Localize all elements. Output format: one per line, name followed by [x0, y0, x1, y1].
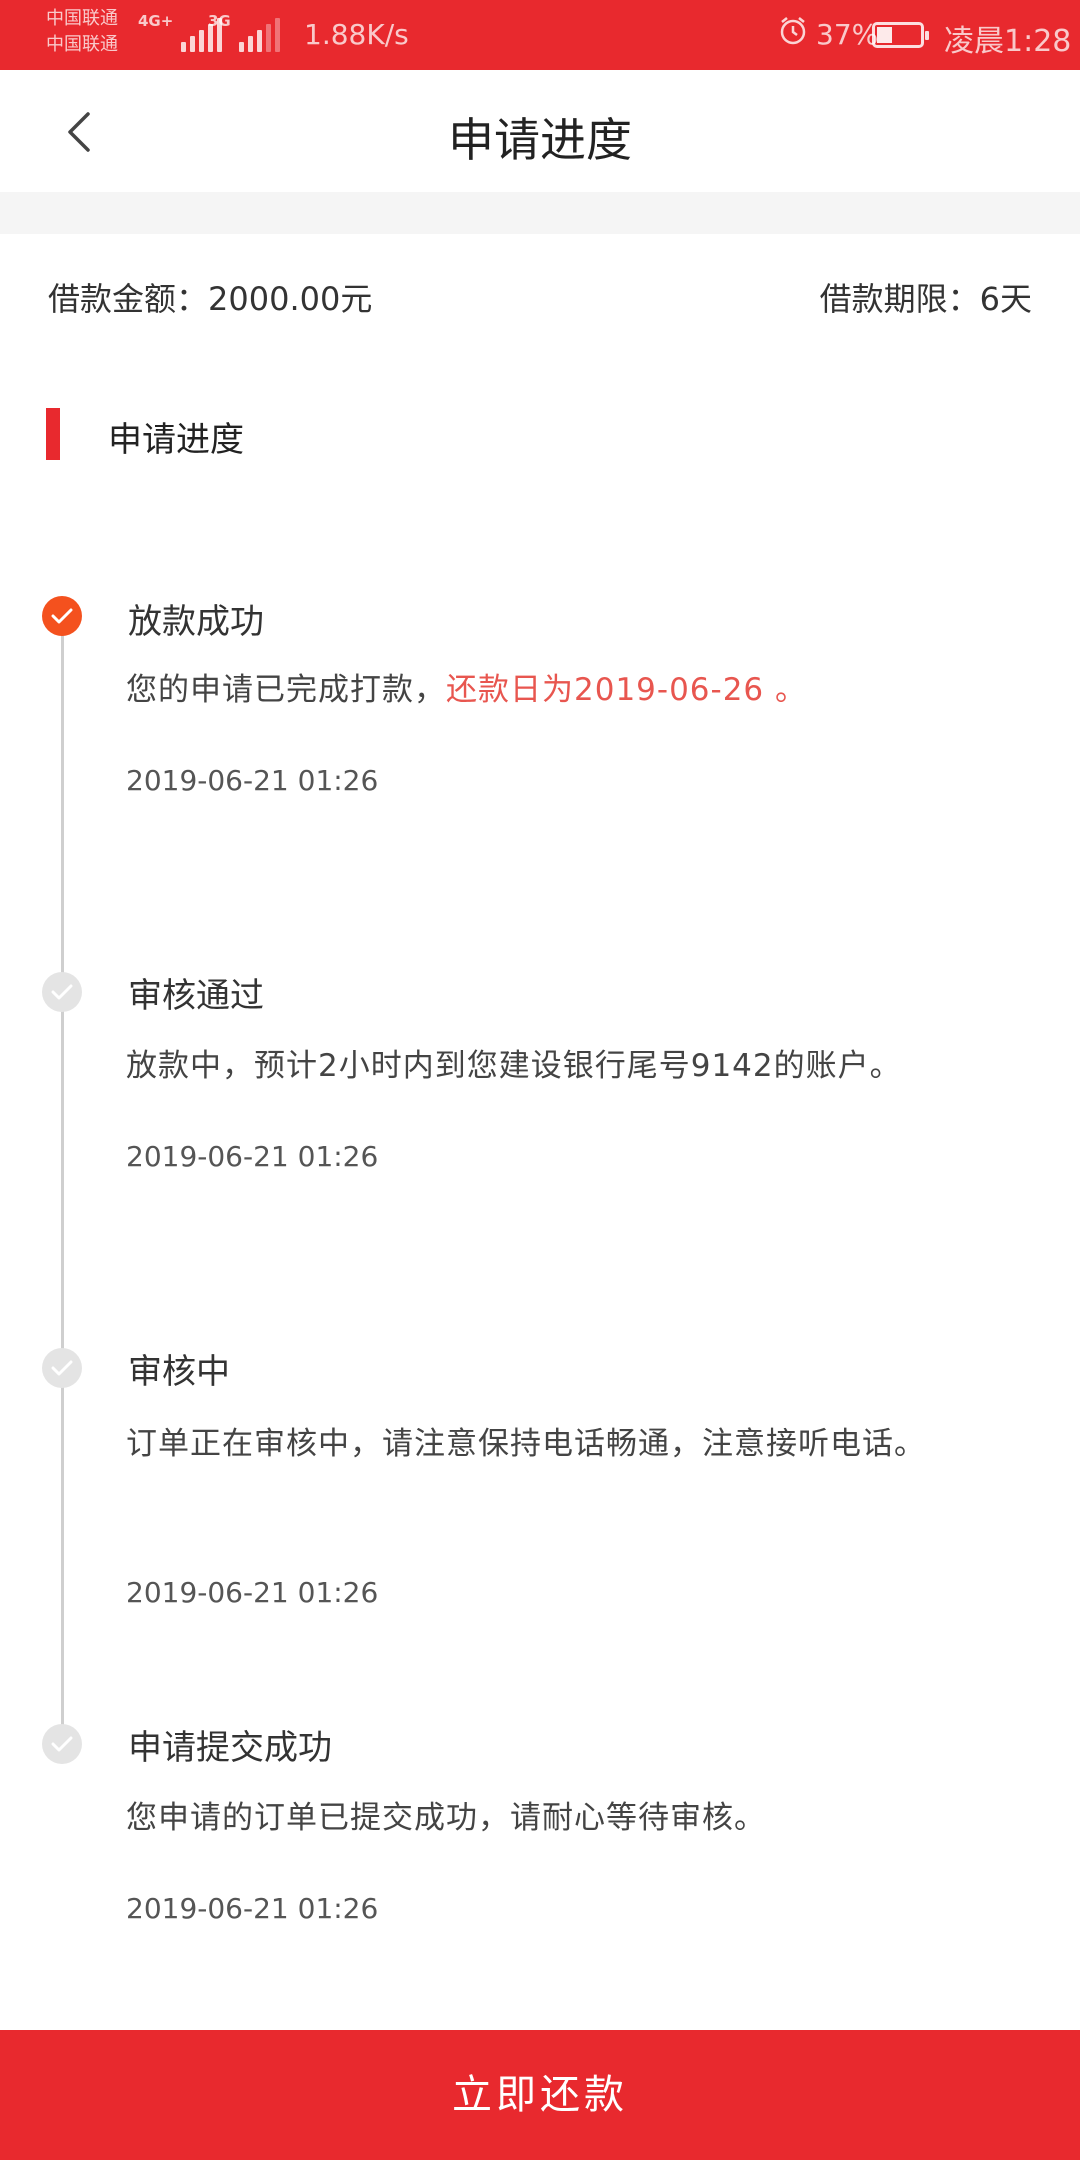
- carrier-info: 中国联通 中国联通: [46, 6, 118, 58]
- battery-icon: [872, 22, 929, 48]
- app-header: 申请进度: [0, 70, 1080, 192]
- section-title: 申请进度: [108, 420, 244, 460]
- status-bar: 中国联通 中国联通 4G+ 3G 1.88K/s 37% 凌晨1:28: [0, 0, 1080, 70]
- status-time: 凌晨1:28: [944, 24, 1072, 59]
- battery-percent: 37%: [816, 18, 879, 51]
- carrier-1: 中国联通: [46, 8, 118, 29]
- step-description: 放款中，预计2小时内到您建设银行尾号9142的账户。: [126, 1048, 902, 1084]
- check-icon: [42, 1724, 82, 1764]
- signal-icon: 3G: [208, 12, 280, 52]
- step-title: 审核通过: [128, 976, 264, 1016]
- step-title: 放款成功: [128, 602, 264, 642]
- step-description: 您申请的订单已提交成功，请耐心等待审核。: [126, 1800, 766, 1836]
- page-title: 申请进度: [448, 113, 632, 167]
- battery-fill: [877, 27, 892, 43]
- divider: [0, 192, 1080, 234]
- network-speed: 1.88K/s: [304, 18, 409, 51]
- repay-now-button[interactable]: 立即还款: [0, 2030, 1080, 2160]
- loan-term: 借款期限：6天: [819, 280, 1032, 318]
- network-type-1: 4G+: [138, 12, 174, 30]
- step-time: 2019-06-21 01:26: [126, 1576, 379, 1609]
- step-title: 申请提交成功: [128, 1728, 332, 1768]
- timeline-line: [61, 618, 64, 1744]
- carrier-2: 中国联通: [46, 34, 118, 55]
- network-type-2: 3G: [208, 12, 231, 30]
- repay-date-highlight: 还款日为2019-06-26 。: [446, 672, 808, 708]
- loan-summary: 借款金额：2000.00元 借款期限：6天: [48, 274, 1032, 318]
- section-accent-bar: [46, 408, 60, 460]
- step-description: 订单正在审核中，请注意保持电话畅通，注意接听电话。: [126, 1426, 926, 1462]
- loan-amount: 借款金额：2000.00元: [48, 280, 373, 318]
- step-time: 2019-06-21 01:26: [126, 764, 379, 797]
- step-time: 2019-06-21 01:26: [126, 1140, 379, 1173]
- step-desc-text: 您的申请已完成打款，: [126, 672, 446, 708]
- check-icon: [42, 596, 82, 636]
- check-icon: [42, 972, 82, 1012]
- check-icon: [42, 1348, 82, 1388]
- step-description: 您的申请已完成打款，还款日为2019-06-26 。: [126, 660, 986, 720]
- step-time: 2019-06-21 01:26: [126, 1892, 379, 1925]
- alarm-icon: [780, 17, 806, 45]
- step-title: 审核中: [128, 1352, 230, 1392]
